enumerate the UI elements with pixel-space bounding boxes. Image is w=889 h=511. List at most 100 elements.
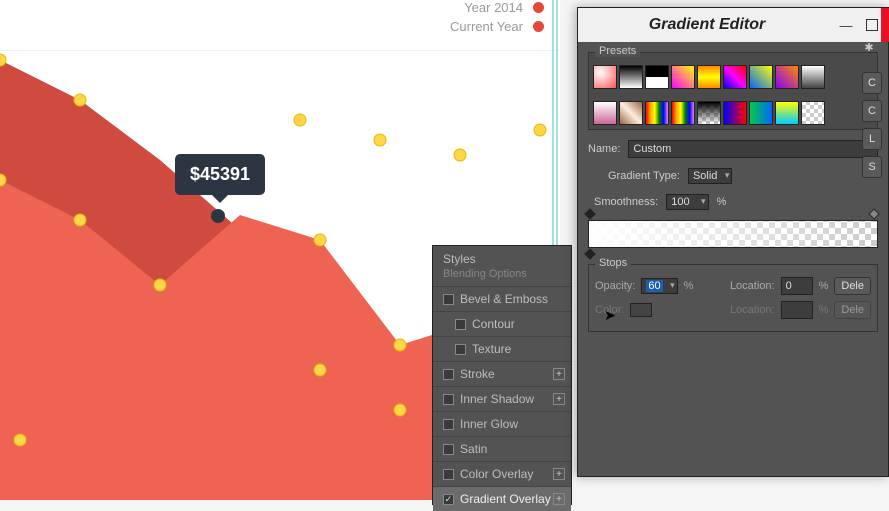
gradient-preset[interactable] [671,101,695,125]
minimize-button[interactable]: — [838,17,854,33]
checkbox[interactable] [455,319,466,330]
gradient-bar[interactable] [588,220,878,248]
style-item-label: Bevel & Emboss [460,292,548,306]
presets-label: Presets [595,45,640,57]
location-label-disabled: Location: [730,304,775,316]
gradient-preset[interactable] [671,65,695,89]
checkbox[interactable]: ✓ [443,494,454,505]
style-item-label: Contour [472,317,515,331]
chart-legend: Year 2014 Current Year [450,0,544,38]
gradient-preset[interactable] [619,101,643,125]
style-item-bevel-emboss[interactable]: Bevel & Emboss [433,286,571,311]
stops-frame: Stops Opacity: 60 % Location: % Dele Col… [588,264,878,332]
location-input[interactable] [781,277,813,295]
window-titlebar[interactable]: Gradient Editor — [578,8,888,42]
location-label: Location: [730,280,775,292]
layer-style-panel: Styles Blending Options Bevel & Emboss Co… [432,245,572,505]
style-item-color-overlay[interactable]: Color Overlay + [433,461,571,486]
smoothness-row: Smoothness: 100 % [588,194,878,210]
add-effect-icon[interactable]: + [553,468,565,480]
style-item-label: Stroke [460,367,495,381]
window-title: Gradient Editor [586,16,828,34]
checkbox[interactable] [443,444,454,455]
legend-row-current: Current Year [450,19,544,34]
add-effect-icon[interactable]: + [553,368,565,380]
gradient-preset[interactable] [801,101,825,125]
gradient-preset[interactable] [723,65,747,89]
opacity-label: Opacity: [595,280,635,292]
name-row: Name: [588,140,878,158]
name-input[interactable] [628,140,878,158]
pct-label: % [684,280,694,292]
checkbox[interactable] [455,344,466,355]
gradient-type-label: Gradient Type: [608,170,680,182]
gradient-preset[interactable] [801,65,825,89]
style-item-gradient-overlay[interactable]: ✓Gradient Overlay+ [433,486,571,511]
gradient-preset[interactable] [593,101,617,125]
gradient-preset[interactable] [593,65,617,89]
opacity-stop-left[interactable] [586,210,596,220]
gradient-preset[interactable] [697,65,721,89]
style-item-label: Texture [472,342,511,356]
add-effect-icon[interactable]: + [553,493,565,505]
legend-label: Year 2014 [464,0,523,15]
opacity-input[interactable]: 60 [641,278,677,294]
color-label: Color: [595,304,624,316]
close-button[interactable] [881,8,889,42]
dialog-button[interactable]: C [862,100,882,122]
delete-stop-button-disabled: Dele [834,301,871,319]
legend-dot-icon [533,21,544,32]
opacity-stop-right[interactable] [870,210,880,220]
add-effect-icon[interactable]: + [553,393,565,405]
pct-label: % [717,196,727,208]
maximize-button[interactable] [864,17,880,33]
checkbox[interactable] [443,469,454,480]
checkbox[interactable] [443,419,454,430]
style-item-label: Satin [460,442,487,456]
chart-divider [0,50,560,51]
legend-dot-icon [533,2,544,13]
gradient-preset[interactable] [775,101,799,125]
pct-label: % [819,304,829,316]
gradient-preset[interactable] [619,65,643,89]
gradient-preset[interactable] [645,101,669,125]
name-label: Name: [588,143,620,155]
delete-stop-button[interactable]: Dele [834,277,871,295]
gradient-preset[interactable] [775,65,799,89]
gradient-preset[interactable] [697,101,721,125]
checkbox[interactable] [443,294,454,305]
gradient-preset[interactable] [723,101,747,125]
gradient-editor-window: Gradient Editor — Presets ✱ Name: Gradie… [577,7,889,477]
smoothness-input[interactable]: 100 [666,194,708,210]
blending-options[interactable]: Blending Options [433,268,571,286]
presets-frame: Presets ✱ [588,52,878,130]
chart-tooltip: $45391 [175,154,265,195]
pct-label: % [819,280,829,292]
style-item-inner-shadow[interactable]: Inner Shadow + [433,386,571,411]
dialog-button[interactable]: S [862,156,882,178]
style-item-satin[interactable]: Satin [433,436,571,461]
gradient-preset[interactable] [749,65,773,89]
gradient-type-row: Gradient Type: Solid [588,168,878,184]
color-swatch[interactable] [630,303,652,317]
style-item-label: Inner Shadow [460,392,534,406]
legend-label: Current Year [450,19,523,34]
location-input-disabled [781,301,813,319]
style-item-texture[interactable]: Texture [433,336,571,361]
checkbox[interactable] [443,369,454,380]
legend-row-2014: Year 2014 [450,0,544,15]
styles-header[interactable]: Styles [433,246,571,268]
gear-icon[interactable]: ✱ [861,39,877,55]
checkbox[interactable] [443,394,454,405]
dialog-button[interactable]: C [862,72,882,94]
style-item-inner-glow[interactable]: Inner Glow [433,411,571,436]
gradient-type-select[interactable]: Solid [688,168,732,184]
style-item-contour[interactable]: Contour [433,311,571,336]
style-item-label: Color Overlay [460,467,533,481]
gradient-preset[interactable] [749,101,773,125]
style-item-stroke[interactable]: Stroke + [433,361,571,386]
gradient-preset[interactable] [645,65,669,89]
dialog-button[interactable]: L [862,128,882,150]
stops-label: Stops [595,257,631,269]
smoothness-label: Smoothness: [594,196,658,208]
